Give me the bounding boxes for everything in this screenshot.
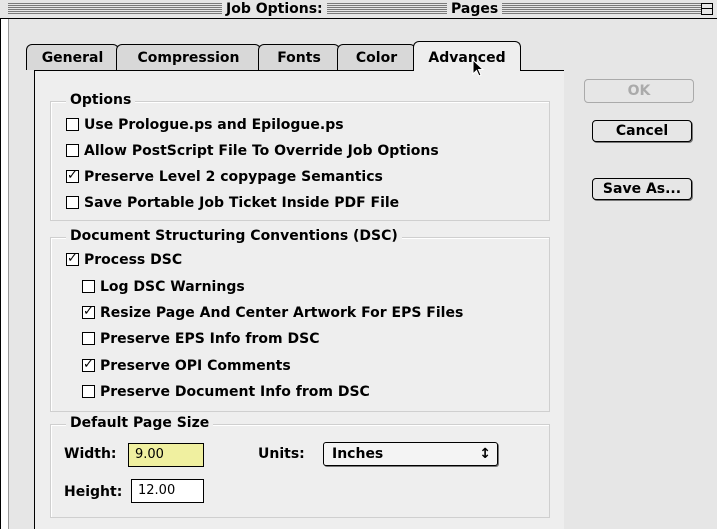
units-select[interactable]: Inches ↕ xyxy=(323,442,498,466)
checkbox-label: Use Prologue.ps and Epilogue.ps xyxy=(84,117,344,133)
checkbox[interactable] xyxy=(66,250,79,268)
page-size-legend: Default Page Size xyxy=(66,415,214,431)
checkbox[interactable] xyxy=(66,144,79,157)
ok-button[interactable]: OK xyxy=(584,79,694,103)
checkbox[interactable] xyxy=(82,356,95,374)
dsc-preserve-doc-info[interactable]: Preserve Document Info from DSC xyxy=(82,383,370,401)
option-preserve-copypage[interactable]: Preserve Level 2 copypage Semantics xyxy=(66,167,383,186)
checkbox-label: Preserve Level 2 copypage Semantics xyxy=(84,169,383,185)
option-save-job-ticket[interactable]: Save Portable Job Ticket Inside PDF File xyxy=(66,194,399,212)
save-as-button[interactable]: Save As... xyxy=(592,178,692,200)
checkbox[interactable] xyxy=(82,303,95,321)
window-edge xyxy=(0,19,1,529)
dsc-legend: Document Structuring Conventions (DSC) xyxy=(66,228,402,244)
height-label: Height: xyxy=(64,484,123,500)
tab-advanced[interactable]: Advanced xyxy=(413,41,521,71)
options-legend: Options xyxy=(66,92,136,108)
dsc-preserve-eps-info[interactable]: Preserve EPS Info from DSC xyxy=(82,330,319,348)
checkbox-label: Preserve Document Info from DSC xyxy=(100,384,370,400)
select-arrows-icon: ↕ xyxy=(479,446,491,462)
checkbox-label: Resize Page And Center Artwork For EPS F… xyxy=(100,305,464,321)
option-allow-override[interactable]: Allow PostScript File To Override Job Op… xyxy=(66,142,439,160)
checkbox[interactable] xyxy=(82,280,95,293)
checkbox-label: Save Portable Job Ticket Inside PDF File xyxy=(84,195,400,211)
tab-fonts[interactable]: Fonts xyxy=(258,44,340,70)
checkbox-label: Process DSC xyxy=(84,252,183,268)
page-size-group xyxy=(50,424,550,518)
checkbox[interactable] xyxy=(66,196,79,209)
title-bar[interactable]: Job Options: Pages xyxy=(0,0,717,19)
window-title: Job Options: xyxy=(222,1,327,17)
units-selected-value: Inches xyxy=(332,446,384,462)
checkbox-label: Log DSC Warnings xyxy=(100,279,245,295)
checkbox[interactable] xyxy=(82,385,95,398)
tab-label: General xyxy=(41,50,104,66)
tab-label: Color xyxy=(355,50,398,66)
dsc-log-warnings[interactable]: Log DSC Warnings xyxy=(82,278,245,296)
tab-label: Fonts xyxy=(277,50,321,66)
mouse-pointer-icon xyxy=(472,59,485,77)
checkbox-label: Preserve OPI Comments xyxy=(100,358,291,374)
height-field[interactable]: 12.00 xyxy=(131,479,204,503)
checkbox[interactable] xyxy=(66,118,79,131)
checkbox-label: Allow PostScript File To Override Job Op… xyxy=(84,143,439,159)
width-field[interactable]: 9.00 xyxy=(128,443,204,467)
checkbox[interactable] xyxy=(82,332,95,345)
tab-compression[interactable]: Compression xyxy=(116,44,261,70)
tab-label: Advanced xyxy=(428,50,506,66)
dsc-preserve-opi[interactable]: Preserve OPI Comments xyxy=(82,356,291,375)
units-label: Units: xyxy=(258,446,305,462)
cancel-button[interactable]: Cancel xyxy=(592,120,692,142)
dsc-resize-page[interactable]: Resize Page And Center Artwork For EPS F… xyxy=(82,303,464,322)
option-use-prologue[interactable]: Use Prologue.ps and Epilogue.ps xyxy=(66,116,344,134)
checkbox-label: Preserve EPS Info from DSC xyxy=(100,331,320,347)
dsc-process[interactable]: Process DSC xyxy=(66,250,183,269)
title-bar-stripes xyxy=(8,3,708,15)
tab-general[interactable]: General xyxy=(26,44,119,70)
tab-label: Compression xyxy=(137,50,240,66)
window-subtitle: Pages xyxy=(447,1,503,17)
collapse-box-icon[interactable] xyxy=(701,3,713,15)
width-label: Width: xyxy=(64,446,117,462)
tab-color[interactable]: Color xyxy=(337,44,416,70)
checkbox[interactable] xyxy=(66,167,79,185)
